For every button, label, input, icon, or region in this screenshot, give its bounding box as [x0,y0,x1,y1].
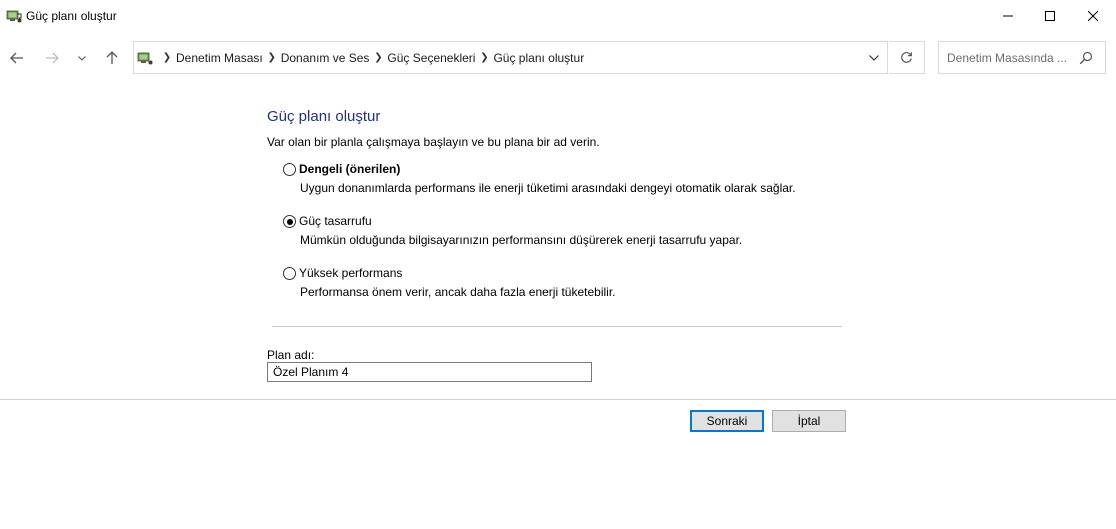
breadcrumb: ❯ Denetim Masası ❯ Donanım ve Ses ❯ Güç … [158,42,584,73]
close-icon [1088,11,1098,21]
chevron-down-icon [78,55,86,61]
back-button[interactable] [3,44,31,72]
breadcrumb-item-power-options[interactable]: Güç Seçenekleri [387,51,475,65]
chevron-right-icon[interactable]: ❯ [475,52,493,63]
plan-name-input[interactable] [267,362,592,382]
breadcrumb-item-create-plan[interactable]: Güç planı oluştur [493,51,584,65]
chevron-right-icon[interactable]: ❯ [158,52,176,63]
option-description: Uygun donanımlarda performans ile enerji… [300,181,796,195]
title-bar: Güç planı oluştur [0,0,1116,32]
maximize-button[interactable] [1027,0,1073,32]
refresh-button[interactable] [889,41,925,74]
recent-locations-button[interactable] [68,44,96,72]
close-button[interactable] [1070,0,1116,32]
option-label[interactable]: Dengeli (önerilen) [299,162,400,176]
option-label[interactable]: Güç tasarrufu [299,214,372,228]
option-label[interactable]: Yüksek performans [299,266,402,280]
radio-power-saver[interactable] [283,215,296,228]
radio-balanced[interactable] [283,163,296,176]
search-input[interactable] [940,43,1074,72]
power-options-icon [6,8,22,24]
option-description: Performansa önem verir, ancak daha fazla… [300,285,616,299]
search-box [938,41,1106,74]
forward-button[interactable] [38,44,66,72]
cancel-button[interactable]: İptal [772,410,846,432]
footer-divider [0,399,1116,400]
next-button[interactable]: Sonraki [690,410,764,432]
intro-text: Var olan bir planla çalışmaya başlayın v… [267,135,600,149]
breadcrumb-item-control-panel[interactable]: Denetim Masası [176,51,263,65]
window-title: Güç planı oluştur [26,9,117,23]
control-panel-icon [137,50,153,66]
address-dropdown-button[interactable] [861,42,887,73]
arrow-right-icon [46,52,59,64]
arrow-up-icon [106,51,118,64]
up-button[interactable] [98,44,126,72]
page-title: Güç planı oluştur [267,108,381,125]
divider [272,326,842,327]
chevron-down-icon [869,54,879,61]
chevron-right-icon[interactable]: ❯ [369,52,387,63]
chevron-right-icon[interactable]: ❯ [263,52,281,63]
arrow-left-icon [10,52,23,64]
breadcrumb-item-hardware-sound[interactable]: Donanım ve Ses [281,51,370,65]
search-icon[interactable] [1079,51,1093,65]
plan-name-label: Plan adı: [267,348,315,362]
address-bar[interactable]: ❯ Denetim Masası ❯ Donanım ve Ses ❯ Güç … [133,41,888,74]
refresh-icon [901,52,912,63]
radio-high-performance[interactable] [283,267,296,280]
minimize-button[interactable] [985,0,1031,32]
option-description: Mümkün olduğunda bilgisayarınızın perfor… [300,233,743,247]
